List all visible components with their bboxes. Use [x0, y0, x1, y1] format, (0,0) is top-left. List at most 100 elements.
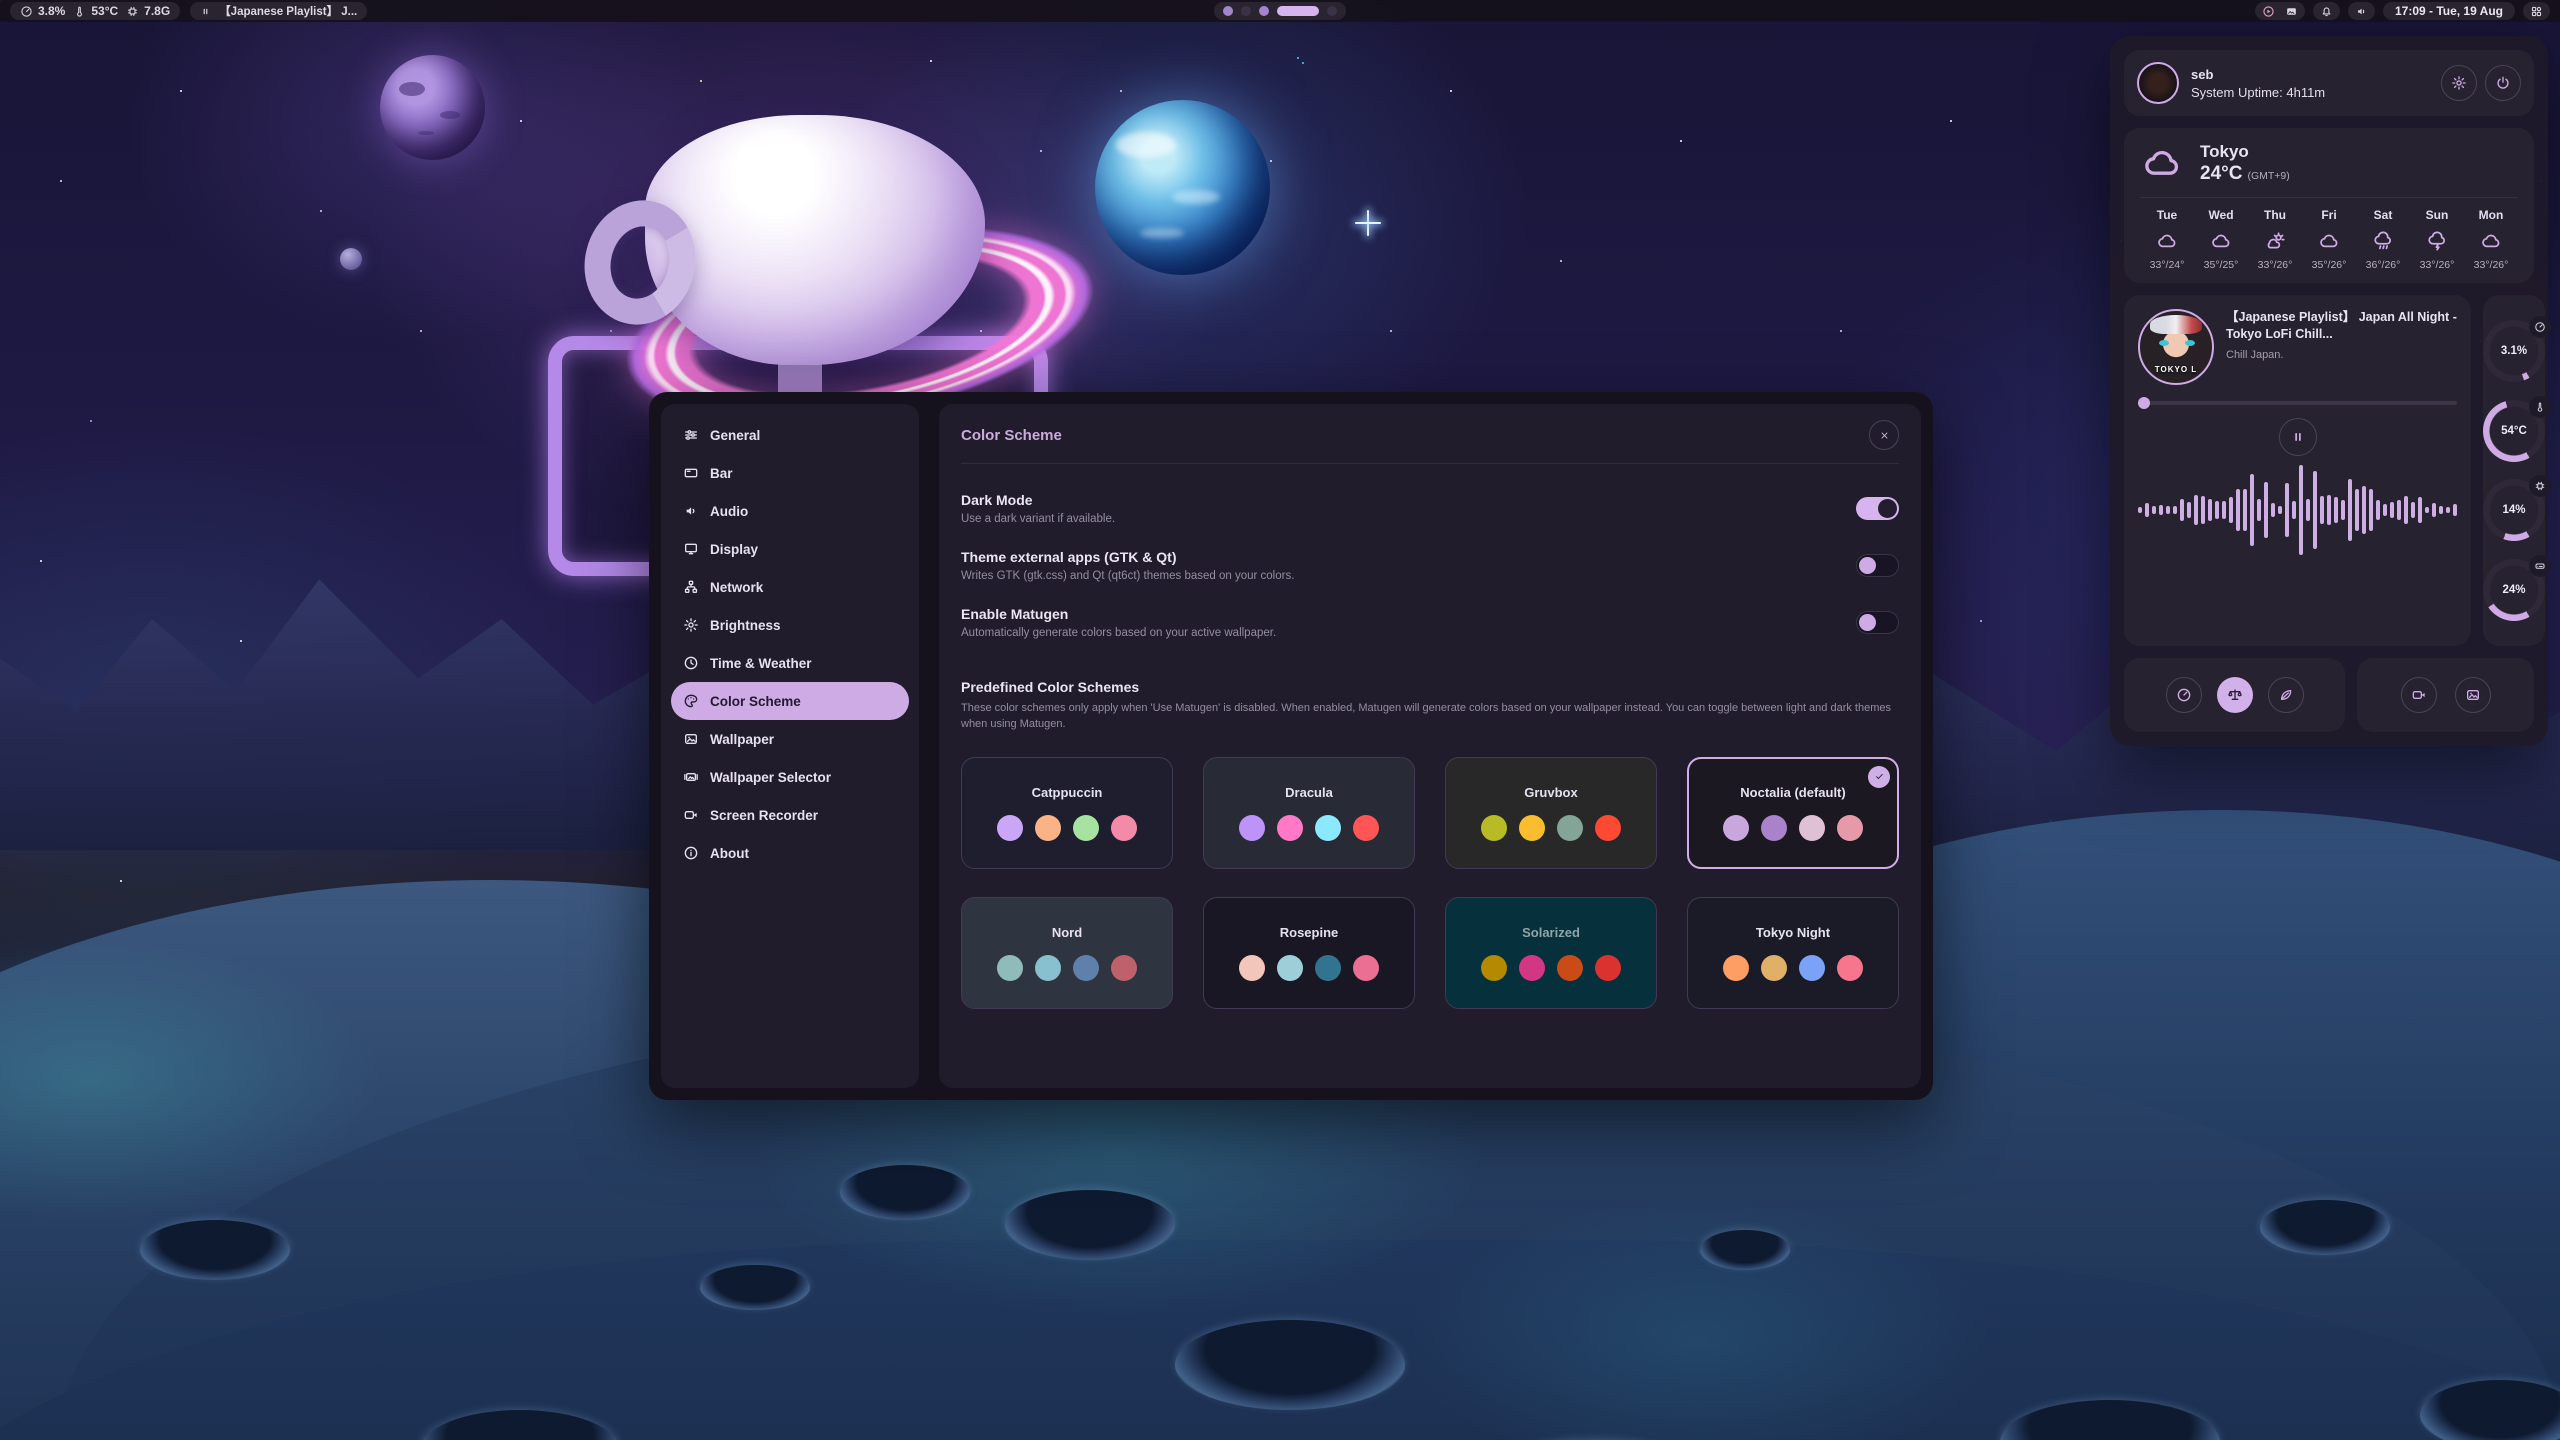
workspace-dot-4-active[interactable]	[1277, 6, 1319, 16]
seek-bar-handle[interactable]	[2138, 397, 2150, 409]
clock-icon	[683, 655, 699, 671]
scheme-name: Catppuccin	[1032, 785, 1103, 800]
balanced-profile-button[interactable]	[2217, 677, 2253, 713]
color-swatch	[997, 955, 1023, 981]
color-swatch	[1035, 815, 1061, 841]
sidebar-item-screen-recorder[interactable]: Screen Recorder	[671, 796, 909, 834]
setting-title: Dark Mode	[961, 492, 1115, 508]
scheme-swatches	[1239, 955, 1379, 981]
scheme-swatches	[997, 955, 1137, 981]
forecast-day: Tue 33°/24°	[2140, 208, 2194, 271]
setting-row-theme-external: Theme external apps (GTK & Qt) Writes GT…	[961, 549, 1899, 582]
settings-button[interactable]	[2441, 65, 2477, 101]
side-panel: seb System Uptime: 4h11m Tokyo 24°C(GMT+…	[2110, 36, 2548, 746]
sidebar-item-network[interactable]: Network	[671, 568, 909, 606]
setting-title: Theme external apps (GTK & Qt)	[961, 549, 1294, 565]
clock-widget[interactable]: 17:09 - Tue, 19 Aug	[2383, 2, 2515, 20]
dashboard-button[interactable]	[2523, 2, 2550, 20]
performance-profile-button[interactable]	[2166, 677, 2202, 713]
divider	[2140, 197, 2518, 198]
scheme-card-dracula[interactable]: Dracula	[1203, 757, 1415, 869]
screen-record-button[interactable]	[2401, 677, 2437, 713]
sidebar-item-label: Bar	[710, 466, 733, 481]
setting-row-matugen: Enable Matugen Automatically generate co…	[961, 606, 1899, 639]
sidebar-item-color-scheme[interactable]: Color Scheme	[671, 682, 909, 720]
close-button[interactable]	[1869, 420, 1899, 450]
media-chip-label: 【Japanese Playlist】 J...	[219, 3, 357, 19]
sidebar-item-bar[interactable]: Bar	[671, 454, 909, 492]
volume-button[interactable]	[2348, 2, 2375, 20]
powersaver-profile-button[interactable]	[2268, 677, 2304, 713]
cloud-icon	[2140, 144, 2186, 184]
scheme-card-catppuccin[interactable]: Catppuccin	[961, 757, 1173, 869]
pause-button[interactable]	[2279, 418, 2317, 456]
scheme-card-gruvbox[interactable]: Gruvbox	[1445, 757, 1657, 869]
memory-value: 7.8G	[144, 4, 170, 18]
forecast-temps: 33°/26°	[2248, 259, 2302, 271]
media-player-tray-icon[interactable]	[2262, 5, 2275, 18]
user-card: seb System Uptime: 4h11m	[2124, 50, 2534, 116]
scheme-card-nord[interactable]: Nord	[961, 897, 1173, 1009]
color-swatch	[1239, 815, 1265, 841]
forecast-weather-icon	[2265, 231, 2286, 252]
sidebar-item-label: About	[710, 846, 749, 861]
pause-icon	[200, 6, 211, 17]
seek-bar[interactable]	[2138, 401, 2457, 405]
color-swatch	[1837, 955, 1863, 981]
scheme-card-noctalia-selected[interactable]: Noctalia (default)	[1687, 757, 1899, 869]
forecast-weather-icon	[2319, 231, 2340, 252]
sidebar-item-wallpaper-selector[interactable]: Wallpaper Selector	[671, 758, 909, 796]
speedometer-icon	[20, 5, 33, 18]
sidebar-item-general[interactable]: General	[671, 416, 909, 454]
matugen-toggle[interactable]	[1856, 611, 1899, 634]
color-swatch	[997, 815, 1023, 841]
sidebar-item-about[interactable]: About	[671, 834, 909, 872]
color-swatch	[1519, 955, 1545, 981]
color-swatch	[1799, 815, 1825, 841]
sidebar-item-audio[interactable]: Audio	[671, 492, 909, 530]
memory-stat: 7.8G	[126, 4, 170, 18]
forecast-temps: 35°/25°	[2194, 259, 2248, 271]
scheme-name: Dracula	[1285, 785, 1333, 800]
scheme-swatches	[1239, 815, 1379, 841]
apps-grid-icon	[2530, 5, 2543, 18]
workspace-dot-2[interactable]	[1241, 6, 1251, 16]
workspace-dot-1[interactable]	[1223, 6, 1233, 16]
color-swatch	[1353, 815, 1379, 841]
color-swatch	[1073, 815, 1099, 841]
system-tray[interactable]	[2255, 2, 2305, 20]
system-stats-widget[interactable]: 3.8% 53°C 7.8G	[10, 2, 180, 20]
color-swatch	[1111, 955, 1137, 981]
temperature-stat: 53°C	[73, 4, 118, 18]
scheme-name: Gruvbox	[1524, 785, 1577, 800]
workspace-dot-3[interactable]	[1259, 6, 1269, 16]
scheme-card-rosepine[interactable]: Rosepine	[1203, 897, 1415, 1009]
temperature-value: 53°C	[91, 4, 118, 18]
forecast-day: Fri 35°/26°	[2302, 208, 2356, 271]
notifications-button[interactable]	[2313, 2, 2340, 20]
dark-mode-toggle[interactable]	[1856, 497, 1899, 520]
power-button[interactable]	[2485, 65, 2521, 101]
sidebar-item-display[interactable]: Display	[671, 530, 909, 568]
workspace-dot-5[interactable]	[1327, 6, 1337, 16]
scheme-swatches	[1481, 815, 1621, 841]
sparkle-star	[1355, 210, 1381, 236]
thermometer-icon	[73, 5, 86, 18]
gear-icon	[2451, 75, 2467, 91]
weather-temp-value: 24°C	[2200, 163, 2242, 184]
color-swatch	[1761, 815, 1787, 841]
forecast-temps: 36°/26°	[2356, 259, 2410, 271]
sidebar-item-label: Time & Weather	[710, 656, 812, 671]
setting-desc: Automatically generate colors based on y…	[961, 627, 1276, 639]
wallpaper-button[interactable]	[2455, 677, 2491, 713]
wallpaper-tray-icon[interactable]	[2285, 5, 2298, 18]
color-swatch	[1761, 955, 1787, 981]
sidebar-item-wallpaper[interactable]: Wallpaper	[671, 720, 909, 758]
scheme-card-solarized[interactable]: Solarized	[1445, 897, 1657, 1009]
media-chip[interactable]: 【Japanese Playlist】 J...	[190, 2, 367, 20]
sidebar-item-time-weather[interactable]: Time & Weather	[671, 644, 909, 682]
speedometer-icon	[2176, 687, 2192, 703]
scheme-card-tokyo-night[interactable]: Tokyo Night	[1687, 897, 1899, 1009]
theme-external-toggle[interactable]	[1856, 554, 1899, 577]
sidebar-item-brightness[interactable]: Brightness	[671, 606, 909, 644]
